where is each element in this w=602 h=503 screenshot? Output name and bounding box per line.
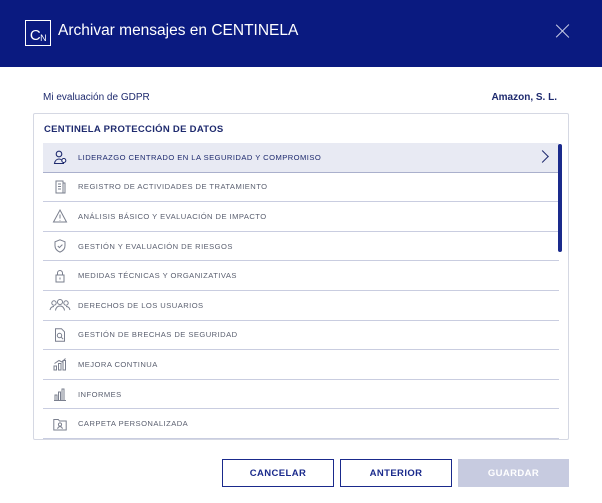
register-icon — [43, 173, 77, 201]
list-item[interactable]: GESTIÓN Y EVALUACIÓN DE RIESGOS — [43, 232, 559, 262]
list-item[interactable]: MEDIDAS TÉCNICAS Y ORGANIZATIVAS — [43, 261, 559, 291]
company-name: Amazon, S. L. — [491, 92, 557, 103]
panel-title: CENTINELA PROTECCIÓN DE DATOS — [44, 124, 224, 135]
list-item[interactable]: GESTIÓN DE BRECHAS DE SEGURIDAD — [43, 321, 559, 351]
list-item-label: GESTIÓN Y EVALUACIÓN DE RIESGOS — [78, 241, 233, 251]
list-item-label: INFORMES — [78, 389, 122, 399]
warning-icon — [43, 202, 77, 230]
logo-letter-n: N — [40, 33, 47, 43]
logo-letter-c: C — [29, 27, 41, 44]
save-button[interactable]: GUARDAR — [458, 459, 569, 487]
report-chart-icon — [43, 380, 77, 408]
lock-icon — [43, 262, 77, 290]
document-search-icon — [43, 321, 77, 349]
archive-dialog: CN Archivar mensajes en CENTINELA Mi eva… — [0, 0, 602, 503]
list-item-label: MEJORA CONTINUA — [78, 359, 158, 369]
list-item[interactable]: INFORMES — [43, 380, 559, 410]
previous-button[interactable]: ANTERIOR — [340, 459, 452, 487]
centinela-logo: CN — [25, 20, 51, 46]
category-list: LIDERAZGO CENTRADO EN LA SEGURIDAD Y COM… — [43, 143, 559, 439]
list-item-label: DERECHOS DE LOS USUARIOS — [78, 300, 204, 310]
chevron-right-icon[interactable] — [536, 150, 549, 163]
cancel-button[interactable]: CANCELAR — [222, 459, 334, 487]
list-item-label: ANÁLISIS BÁSICO Y EVALUACIÓN DE IMPACTO — [78, 211, 267, 221]
close-icon[interactable] — [556, 24, 570, 38]
list-item[interactable]: LIDERAZGO CENTRADO EN LA SEGURIDAD Y COM… — [43, 143, 559, 173]
list-item[interactable]: REGISTRO DE ACTIVIDADES DE TRATAMIENTO — [43, 173, 559, 203]
list-item-label: MEDIDAS TÉCNICAS Y ORGANIZATIVAS — [78, 271, 237, 281]
list-item-label: GESTIÓN DE BRECHAS DE SEGURIDAD — [78, 330, 238, 340]
category-panel: CENTINELA PROTECCIÓN DE DATOS LIDERAZGO … — [33, 113, 569, 440]
leadership-icon — [43, 143, 77, 171]
shield-check-icon — [43, 232, 77, 260]
dialog-header: CN Archivar mensajes en CENTINELA — [0, 0, 602, 67]
list-item[interactable]: ANÁLISIS BÁSICO Y EVALUACIÓN DE IMPACTO — [43, 202, 559, 232]
list-item-label: LIDERAZGO CENTRADO EN LA SEGURIDAD Y COM… — [78, 152, 322, 162]
list-item[interactable]: DERECHOS DE LOS USUARIOS — [43, 291, 559, 321]
list-item[interactable]: MEJORA CONTINUA — [43, 350, 559, 380]
dialog-title: Archivar mensajes en CENTINELA — [58, 22, 299, 39]
scrollbar[interactable] — [558, 144, 562, 252]
list-item-label: CARPETA PERSONALIZADA — [78, 419, 189, 429]
folder-user-icon — [43, 410, 77, 438]
list-item[interactable]: CARPETA PERSONALIZADA — [43, 409, 559, 439]
growth-chart-icon — [43, 350, 77, 378]
users-icon — [43, 291, 77, 319]
list-item-label: REGISTRO DE ACTIVIDADES DE TRATAMIENTO — [78, 182, 268, 192]
evaluation-name: Mi evaluación de GDPR — [43, 92, 150, 103]
